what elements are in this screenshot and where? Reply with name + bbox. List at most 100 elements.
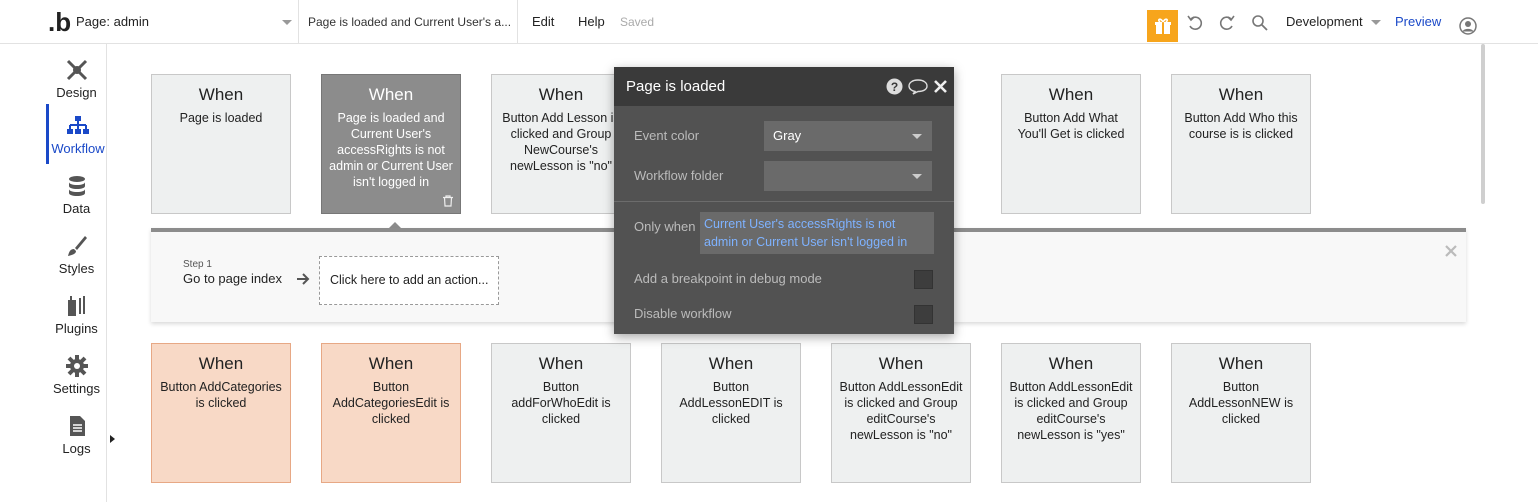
sidebar-item-workflow[interactable]: Workflow (46, 104, 107, 164)
arrow-right-icon (297, 273, 310, 285)
environment-selector[interactable]: Development (1286, 0, 1381, 44)
page-selector-label: Page: admin (76, 14, 149, 29)
step-number-label: Step 1 (183, 259, 212, 270)
sidebar-item-plugins[interactable]: Plugins (46, 284, 107, 344)
disable-workflow-checkbox[interactable] (914, 305, 933, 324)
event-card[interactable]: When Button addForWhoEdit is clicked (491, 343, 631, 483)
event-card[interactable]: When Button AddLessonNEW is clicked (1171, 343, 1311, 483)
sidebar-item-design[interactable]: Design (46, 48, 107, 108)
help-icon[interactable]: ? (886, 78, 903, 95)
environment-label: Development (1286, 14, 1363, 29)
add-action-button[interactable]: Click here to add an action... (319, 256, 499, 305)
event-card[interactable]: When Button Add Lesson is clicked and Gr… (491, 74, 631, 214)
gift-icon (1154, 18, 1171, 34)
chevron-down-icon (1370, 20, 1381, 26)
sidebar-item-settings[interactable]: Settings (46, 344, 107, 404)
event-description: Button Add Who this course is is clicked (1184, 111, 1298, 141)
event-card[interactable]: When Button AddCategoriesEdit is clicked (321, 343, 461, 483)
top-bar: .b Page: admin Page is loaded and Curren… (0, 0, 1538, 44)
event-card[interactable]: When Button AddLessonEdit is clicked and… (1001, 343, 1141, 483)
event-card[interactable]: When Button Add Who this course is is cl… (1171, 74, 1311, 214)
gift-button[interactable] (1147, 10, 1178, 42)
event-when-label: When (1048, 85, 1094, 104)
event-when-label: When (368, 354, 414, 373)
brush-icon (67, 236, 87, 256)
event-when-label: When (708, 354, 754, 373)
event-color-value: Gray (773, 128, 802, 143)
document-icon (69, 416, 85, 436)
sidebar-item-label: Data (62, 201, 91, 216)
event-when-label: When (538, 354, 584, 373)
vertical-scrollbar[interactable] (1481, 44, 1485, 204)
event-when-label: When (198, 354, 244, 373)
sidebar-item-label: Settings (53, 381, 100, 396)
event-when-label: When (198, 85, 244, 104)
sidebar: Design Workflow Data Styles Plugins Sett… (0, 44, 115, 502)
event-description: Button AddLessonEdit is clicked and Grou… (839, 380, 963, 442)
breakpoint-checkbox[interactable] (914, 270, 933, 289)
gear-icon (65, 355, 88, 377)
event-card[interactable]: When Button AddLessonEDIT is clicked (661, 343, 801, 483)
event-color-dropdown[interactable]: Gray (764, 121, 932, 151)
event-description: Button AddLessonEdit is clicked and Grou… (1009, 380, 1133, 442)
event-description: Page is loaded (179, 111, 263, 125)
sidebar-expand-arrow-icon[interactable] (110, 435, 115, 443)
event-description: Button AddLessonEDIT is clicked (679, 380, 783, 426)
close-icon[interactable] (1444, 244, 1458, 258)
trash-icon[interactable] (442, 195, 454, 207)
search-icon[interactable] (1251, 14, 1269, 32)
event-description: Page is loaded and Current User's access… (329, 111, 453, 189)
undo-icon[interactable] (1186, 14, 1204, 32)
svg-text:?: ? (891, 80, 898, 94)
preview-link[interactable]: Preview (1395, 0, 1441, 44)
workflow-search-selector[interactable]: Page is loaded and Current User's a... (298, 0, 518, 44)
comment-icon[interactable] (908, 78, 928, 95)
event-card[interactable]: When Button Add What You'll Get is click… (1001, 74, 1141, 214)
user-account-icon[interactable] (1459, 17, 1477, 35)
disable-workflow-label: Disable workflow (634, 306, 732, 321)
workflow-folder-label: Workflow folder (634, 168, 724, 183)
chevron-down-icon (912, 134, 922, 139)
event-card[interactable]: When Button AddLessonEdit is clicked and… (831, 343, 971, 483)
chevron-down-icon (282, 20, 292, 25)
help-menu[interactable]: Help (578, 0, 605, 44)
bubble-logo[interactable]: .b (48, 9, 71, 35)
plugins-icon (67, 296, 85, 316)
chevron-down-icon (912, 174, 922, 179)
breakpoint-label: Add a breakpoint in debug mode (634, 271, 822, 286)
only-when-condition-input[interactable]: Current User's accessRights is not admin… (700, 212, 934, 254)
sidebar-item-label: Design (56, 85, 97, 100)
event-when-label: When (538, 85, 584, 104)
sidebar-item-label: Logs (62, 441, 91, 456)
event-description: Button AddLessonNEW is clicked (1188, 380, 1294, 426)
sidebar-item-logs[interactable]: Logs (46, 404, 107, 464)
event-color-label: Event color (634, 128, 700, 143)
event-description: Button Add Lesson is clicked and Group N… (502, 111, 620, 173)
database-icon (68, 176, 85, 196)
event-when-label: When (1048, 354, 1094, 373)
event-card[interactable]: When Page is loaded (151, 74, 291, 214)
editor-header[interactable]: Page is loaded ? (614, 67, 954, 106)
event-when-label: When (1218, 85, 1264, 104)
sidebar-item-styles[interactable]: Styles (46, 224, 107, 284)
design-icon (66, 59, 87, 81)
editor-title: Page is loaded (626, 78, 726, 95)
event-when-label: When (878, 354, 924, 373)
event-description: Button AddCategoriesEdit is clicked (332, 380, 450, 426)
editor-divider (614, 201, 954, 202)
event-card-selected[interactable]: When Page is loaded and Current User's a… (321, 74, 461, 214)
edit-menu[interactable]: Edit (532, 0, 554, 44)
workflow-folder-dropdown[interactable] (764, 161, 932, 191)
event-when-label: When (368, 85, 414, 104)
sidebar-item-data[interactable]: Data (46, 164, 107, 224)
step-action-go-to-page[interactable]: Go to page index (183, 271, 282, 286)
event-when-label: When (1218, 354, 1264, 373)
workflow-icon (67, 116, 89, 134)
event-card[interactable]: When Button AddCategories is clicked (151, 343, 291, 483)
event-property-editor: Page is loaded ? Event color Gray Workfl… (614, 67, 954, 334)
page-selector[interactable]: Page: admin (76, 0, 298, 44)
close-icon[interactable] (933, 79, 948, 94)
redo-icon[interactable] (1218, 14, 1236, 32)
event-description: Button Add What You'll Get is clicked (1017, 111, 1125, 141)
workflow-selector-label: Page is loaded and Current User's a... (308, 15, 512, 29)
